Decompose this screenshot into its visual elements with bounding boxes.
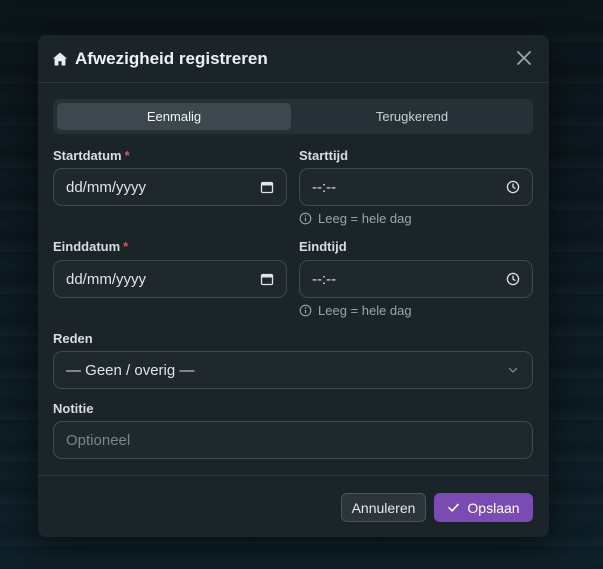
save-button[interactable]: Opslaan	[434, 493, 533, 522]
dialog-title: Afwezigheid registreren	[75, 49, 268, 68]
info-icon	[299, 212, 312, 225]
end-date-label: Einddatum *	[53, 239, 128, 254]
required-mark: *	[124, 148, 130, 163]
end-date-value: dd/mm/yyyy	[66, 270, 147, 288]
clock-icon[interactable]	[506, 180, 520, 194]
check-icon	[448, 503, 460, 512]
absence-dialog: Afwezigheid registreren Eenmalig Terugke…	[38, 35, 549, 537]
start-time-value: --:--	[312, 178, 337, 196]
reason-label: Reden	[53, 331, 93, 346]
end-date-label-text: Einddatum	[53, 239, 121, 254]
end-time-hint: Leeg = hele dag	[299, 303, 412, 318]
clock-icon[interactable]	[506, 272, 520, 286]
end-time-value: --:--	[312, 270, 337, 288]
start-date-value: dd/mm/yyyy	[66, 178, 147, 196]
chevron-down-icon	[508, 367, 518, 373]
start-time-input[interactable]: --:--	[299, 168, 533, 206]
start-date-label: Startdatum *	[53, 148, 130, 163]
tab-terugkerend[interactable]: Terugkerend	[295, 103, 529, 130]
note-placeholder: Optioneel	[66, 431, 131, 449]
note-input[interactable]: Optioneel	[53, 421, 533, 459]
start-time-label: Starttijd	[299, 148, 349, 163]
dialog-footer: Annuleren Opslaan	[38, 475, 549, 538]
end-time-input[interactable]: --:--	[299, 260, 533, 298]
dialog-header: Afwezigheid registreren	[38, 35, 549, 83]
required-mark: *	[123, 239, 129, 254]
end-time-label: Eindtijd	[299, 239, 347, 254]
end-date-input[interactable]: dd/mm/yyyy	[53, 260, 287, 298]
mode-switch: Eenmalig Terugkerend	[53, 99, 533, 134]
calendar-icon[interactable]	[260, 180, 274, 194]
start-time-hint: Leeg = hele dag	[299, 211, 412, 226]
info-icon	[299, 304, 312, 317]
calendar-icon[interactable]	[260, 272, 274, 286]
start-time-hint-text: Leeg = hele dag	[318, 211, 412, 226]
note-label: Notitie	[53, 401, 94, 416]
home-icon	[53, 52, 67, 66]
reason-select[interactable]: — Geen / overig —	[53, 351, 533, 389]
reason-value: — Geen / overig —	[66, 361, 195, 379]
save-label: Opslaan	[467, 499, 520, 516]
close-icon[interactable]	[515, 49, 533, 67]
cancel-button[interactable]: Annuleren	[341, 493, 426, 522]
start-date-input[interactable]: dd/mm/yyyy	[53, 168, 287, 206]
start-date-label-text: Startdatum	[53, 148, 122, 163]
end-time-hint-text: Leeg = hele dag	[318, 303, 412, 318]
tab-eenmalig[interactable]: Eenmalig	[57, 103, 291, 130]
